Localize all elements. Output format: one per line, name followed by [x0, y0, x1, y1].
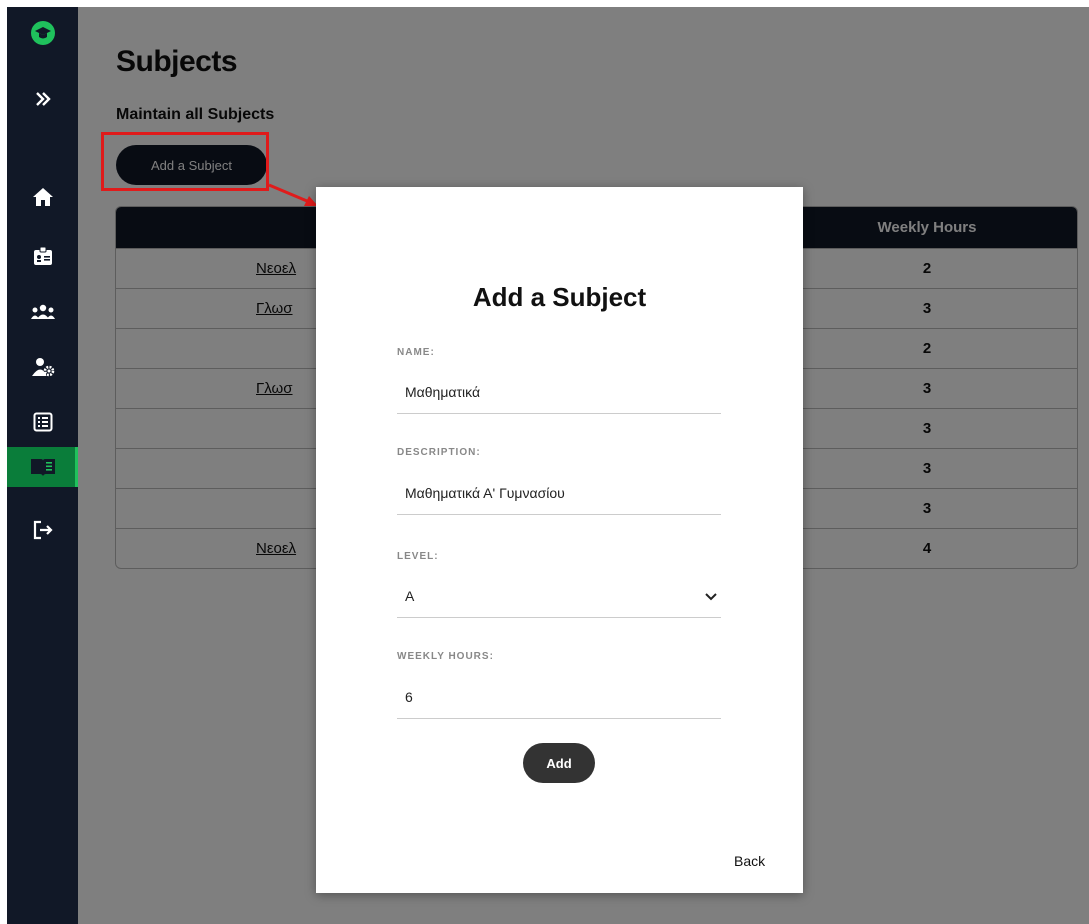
id-badge-icon[interactable] — [7, 236, 78, 276]
name-label: NAME: — [397, 347, 435, 358]
app-window: Subjects Maintain all Subjects Add a Sub… — [7, 7, 1089, 924]
weekly-hours-input[interactable]: 6 — [397, 675, 721, 719]
back-link[interactable]: Back — [734, 853, 765, 869]
sidebar — [7, 7, 78, 924]
add-button[interactable]: Add — [523, 743, 595, 783]
list-icon[interactable] — [7, 402, 78, 442]
home-icon[interactable] — [7, 177, 78, 217]
level-selected-value: A — [405, 587, 415, 604]
weekly-hours-label: WEEKLY HOURS: — [397, 651, 494, 662]
users-icon[interactable] — [7, 292, 78, 332]
level-select[interactable]: A — [397, 574, 721, 618]
user-gear-icon[interactable] — [7, 347, 78, 387]
chevron-down-icon — [701, 588, 721, 604]
description-label: DESCRIPTION: — [397, 447, 481, 458]
name-input[interactable]: Μαθηματικά — [397, 370, 721, 414]
add-subject-dialog: Add a Subject NAME: Μαθηματικά DESCRIPTI… — [316, 187, 803, 893]
dialog-title: Add a Subject — [472, 282, 647, 312]
logo-icon[interactable] — [7, 13, 78, 53]
book-icon[interactable] — [7, 447, 78, 487]
annotation-highlight-box — [101, 132, 269, 191]
description-input[interactable]: Μαθηματικά Α' Γυμνασίου — [397, 471, 721, 515]
logout-icon[interactable] — [7, 510, 78, 550]
expand-icon[interactable] — [7, 79, 78, 119]
level-label: LEVEL: — [397, 551, 439, 562]
